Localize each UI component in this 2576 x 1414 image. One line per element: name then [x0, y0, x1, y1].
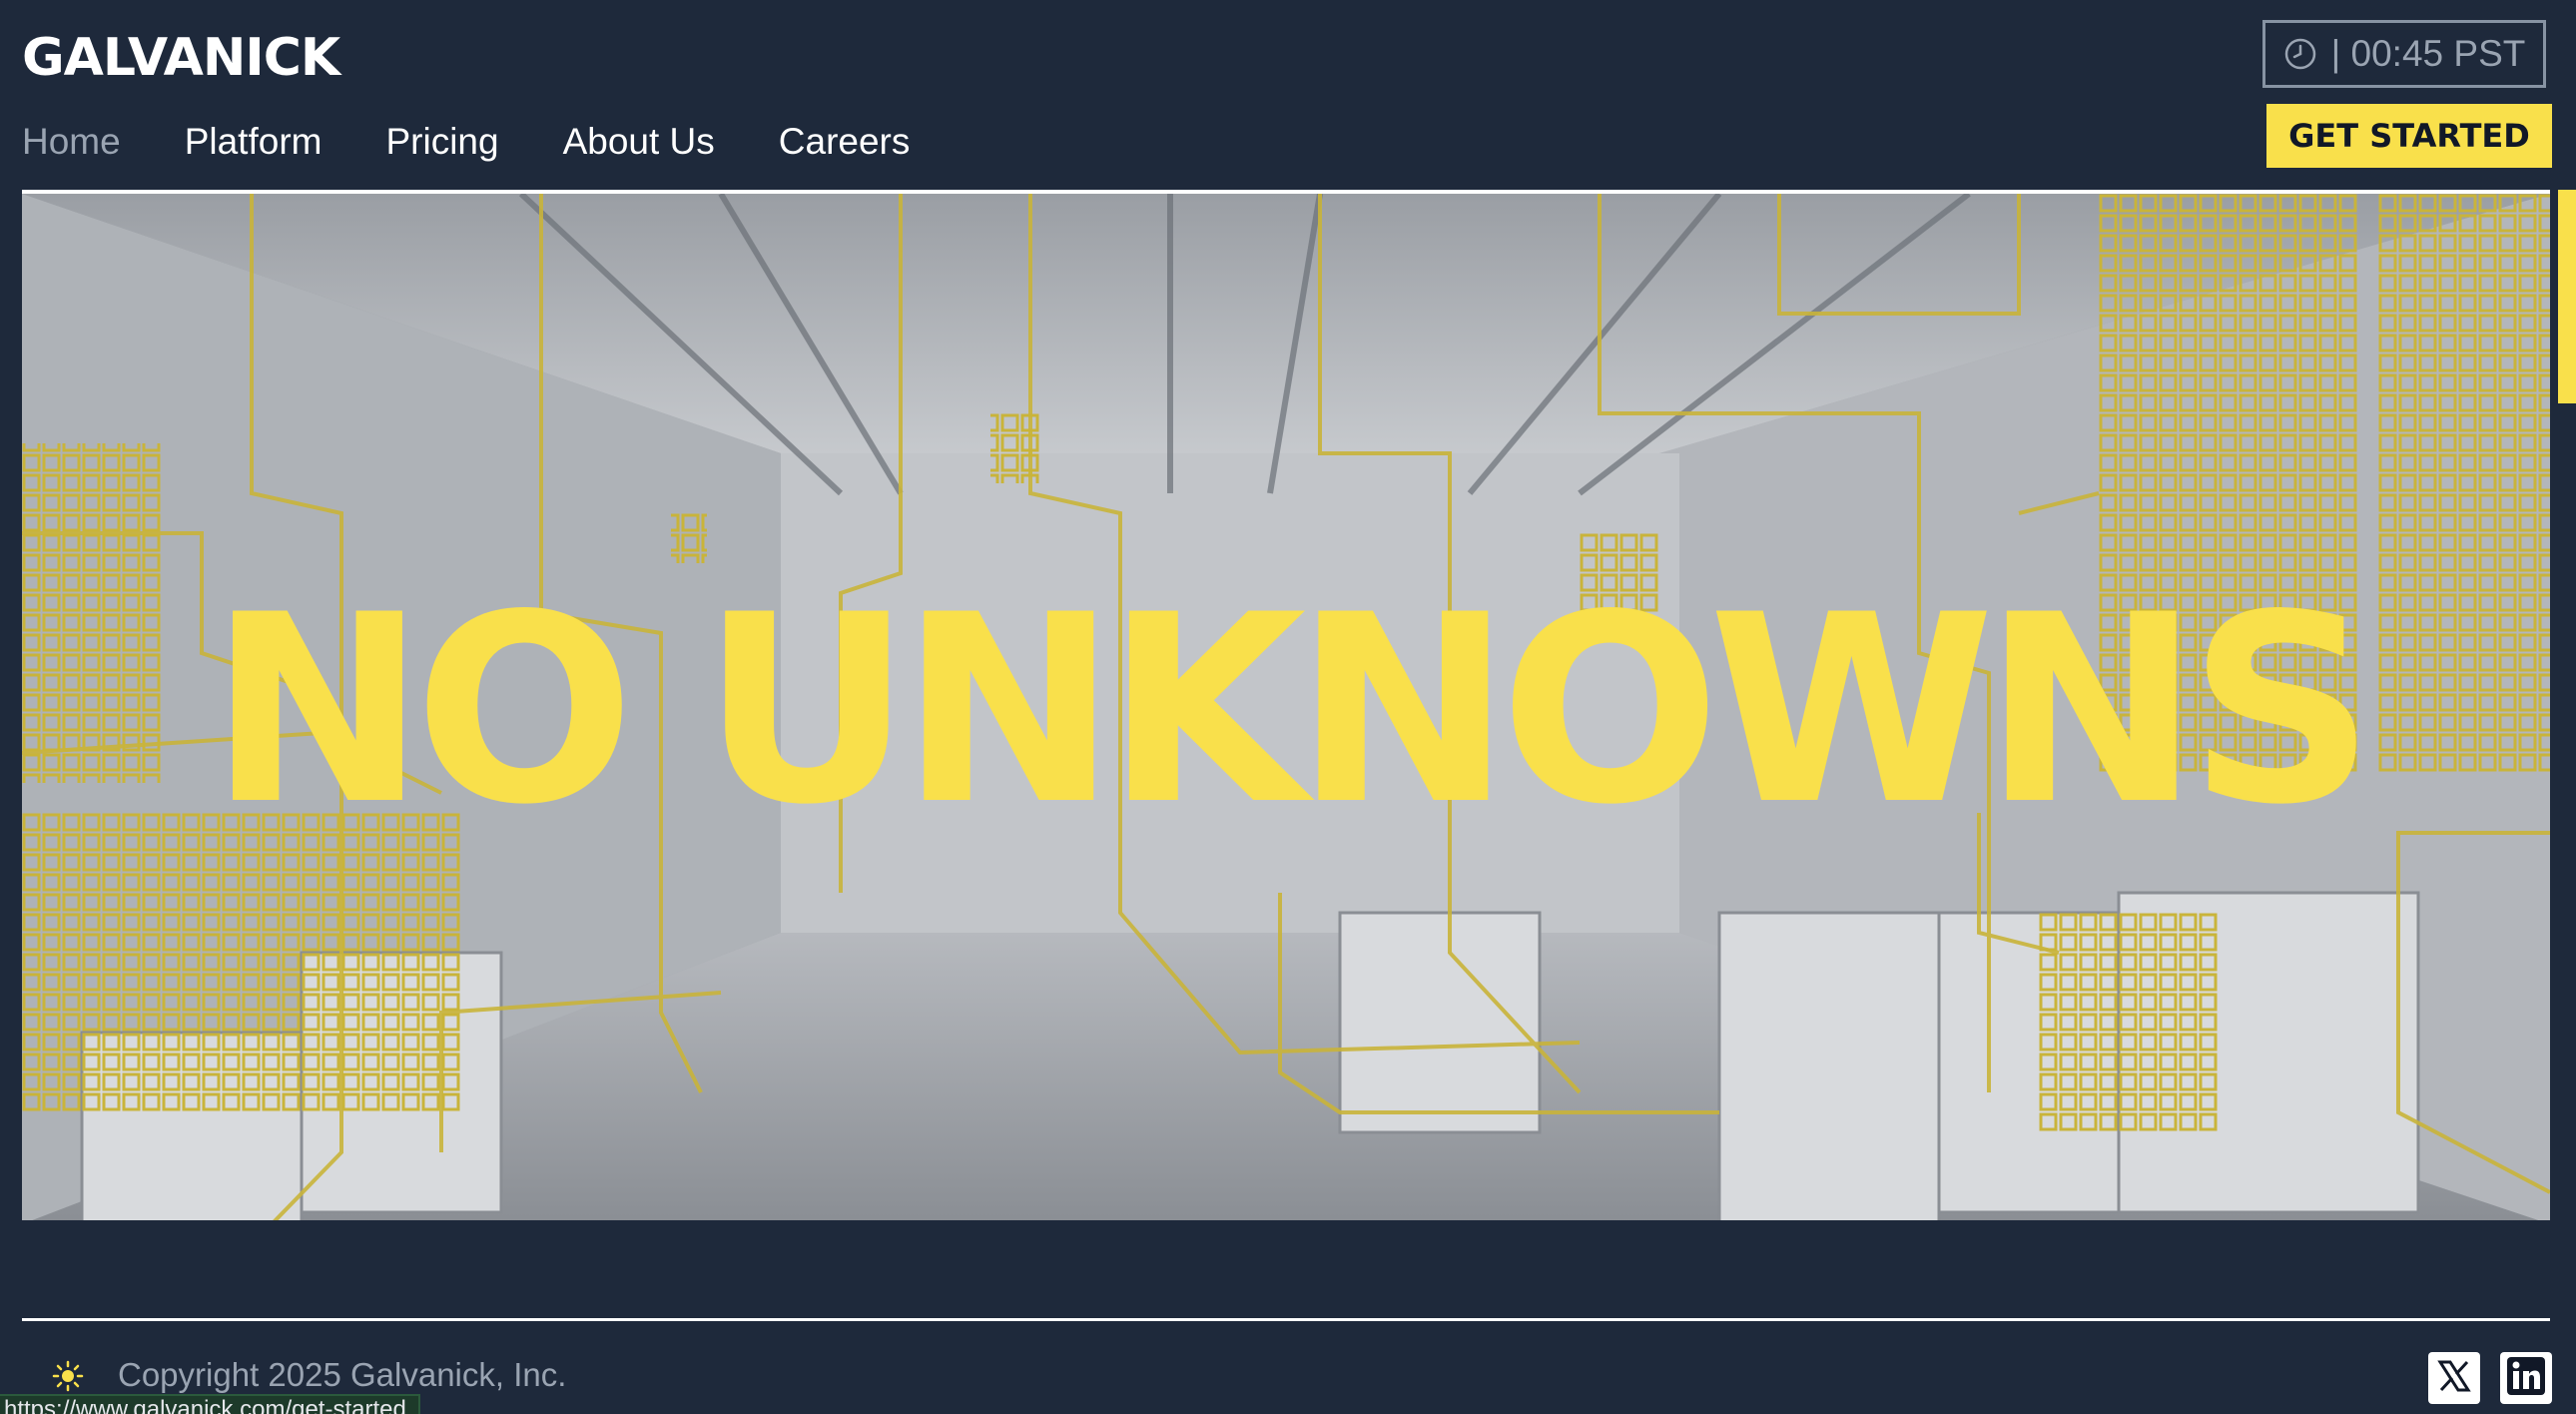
- brand-logo[interactable]: GALVANICK: [22, 26, 340, 90]
- x-social-link[interactable]: [2428, 1352, 2480, 1404]
- get-started-button[interactable]: GET STARTED: [2266, 104, 2552, 168]
- clock-widget: | 00:45 PST: [2262, 20, 2546, 88]
- main-nav: Home Platform Pricing About Us Careers: [22, 118, 910, 166]
- nav-item-about-us[interactable]: About Us: [563, 118, 715, 166]
- nav-item-platform[interactable]: Platform: [185, 118, 322, 166]
- scrollbar-thumb[interactable]: [2558, 190, 2576, 403]
- hero-headline: NO UNKNOWNS: [209, 560, 2375, 862]
- nav-item-pricing[interactable]: Pricing: [385, 118, 498, 166]
- x-logo-icon: [2436, 1358, 2472, 1399]
- sun-icon[interactable]: [52, 1360, 84, 1392]
- status-bar-url: https://www.galvanick.com/get-started: [0, 1394, 420, 1414]
- clock-time: | 00:45 PST: [2330, 33, 2526, 74]
- linkedin-social-link[interactable]: [2500, 1352, 2552, 1404]
- hero-banner: NO UNKNOWNS: [22, 190, 2550, 1220]
- linkedin-logo-icon: [2507, 1356, 2545, 1400]
- footer-divider: [22, 1318, 2550, 1321]
- nav-item-careers[interactable]: Careers: [779, 118, 911, 166]
- copyright-text: Copyright 2025 Galvanick, Inc.: [118, 1356, 567, 1393]
- clock-icon: [2283, 37, 2317, 71]
- nav-item-home[interactable]: Home: [22, 118, 121, 166]
